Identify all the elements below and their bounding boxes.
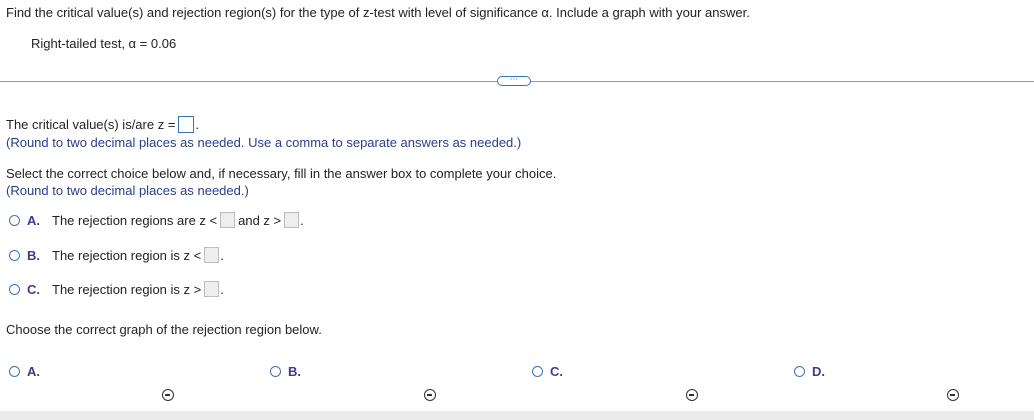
choice-a-input-lower[interactable] [220, 212, 236, 228]
graph-option-b[interactable]: B. [270, 364, 301, 379]
graph-radio-d[interactable] [794, 366, 805, 377]
graph-option-a[interactable]: A. [9, 364, 40, 379]
choice-c-period: . [220, 281, 224, 297]
zoom-icon-c[interactable] [686, 389, 698, 401]
zoom-icon-a[interactable] [162, 389, 174, 401]
footer-strip [0, 411, 1034, 420]
zoom-icon-d[interactable] [947, 389, 959, 401]
radio-c[interactable] [9, 283, 20, 295]
question-prompt: Find the critical value(s) and rejection… [6, 5, 750, 20]
choice-b-period: . [220, 247, 224, 263]
more-button[interactable]: ··· [497, 76, 531, 86]
critical-value-input[interactable] [178, 116, 195, 133]
graph-radio-c[interactable] [532, 366, 543, 377]
critical-value-hint: (Round to two decimal places as needed. … [6, 135, 522, 150]
choice-c-text: The rejection region is z > [52, 281, 202, 297]
choice-b-text: The rejection region is z < [52, 247, 202, 263]
choice-a-mid-text: and z > [238, 212, 282, 228]
graph-option-c-letter: C. [550, 364, 563, 379]
radio-a[interactable] [9, 214, 20, 226]
choice-a-letter: A. [27, 212, 40, 228]
choice-b-letter: B. [27, 247, 40, 263]
zoom-icon-b[interactable] [424, 389, 436, 401]
select-instruction: Select the correct choice below and, if … [6, 166, 557, 181]
critical-value-period: . [195, 117, 200, 132]
critical-value-line: The critical value(s) is/are z = . [6, 116, 199, 133]
graph-radio-a[interactable] [9, 366, 20, 377]
graph-radio-b[interactable] [270, 366, 281, 377]
choice-a-input-upper[interactable] [284, 212, 300, 228]
choice-b-input[interactable] [204, 247, 220, 263]
choice-a-text: The rejection regions are z < [52, 212, 218, 228]
graph-option-b-letter: B. [288, 364, 301, 379]
choice-b[interactable]: B. The rejection region is z < . [9, 247, 224, 263]
radio-b[interactable] [9, 249, 20, 261]
critical-value-label: The critical value(s) is/are z = [6, 117, 176, 132]
graph-option-c[interactable]: C. [532, 364, 563, 379]
select-hint: (Round to two decimal places as needed.) [6, 183, 249, 198]
graph-option-d-letter: D. [812, 364, 825, 379]
choice-a[interactable]: A. The rejection regions are z < and z >… [9, 212, 304, 228]
test-type: Right-tailed test, α = 0.06 [31, 36, 177, 51]
graph-option-a-letter: A. [27, 364, 40, 379]
graph-prompt: Choose the correct graph of the rejectio… [6, 322, 322, 337]
choice-c[interactable]: C. The rejection region is z > . [9, 281, 224, 297]
choice-c-input[interactable] [204, 281, 220, 297]
choice-a-period: . [300, 212, 304, 228]
graph-option-d[interactable]: D. [794, 364, 825, 379]
choice-c-letter: C. [27, 281, 40, 297]
